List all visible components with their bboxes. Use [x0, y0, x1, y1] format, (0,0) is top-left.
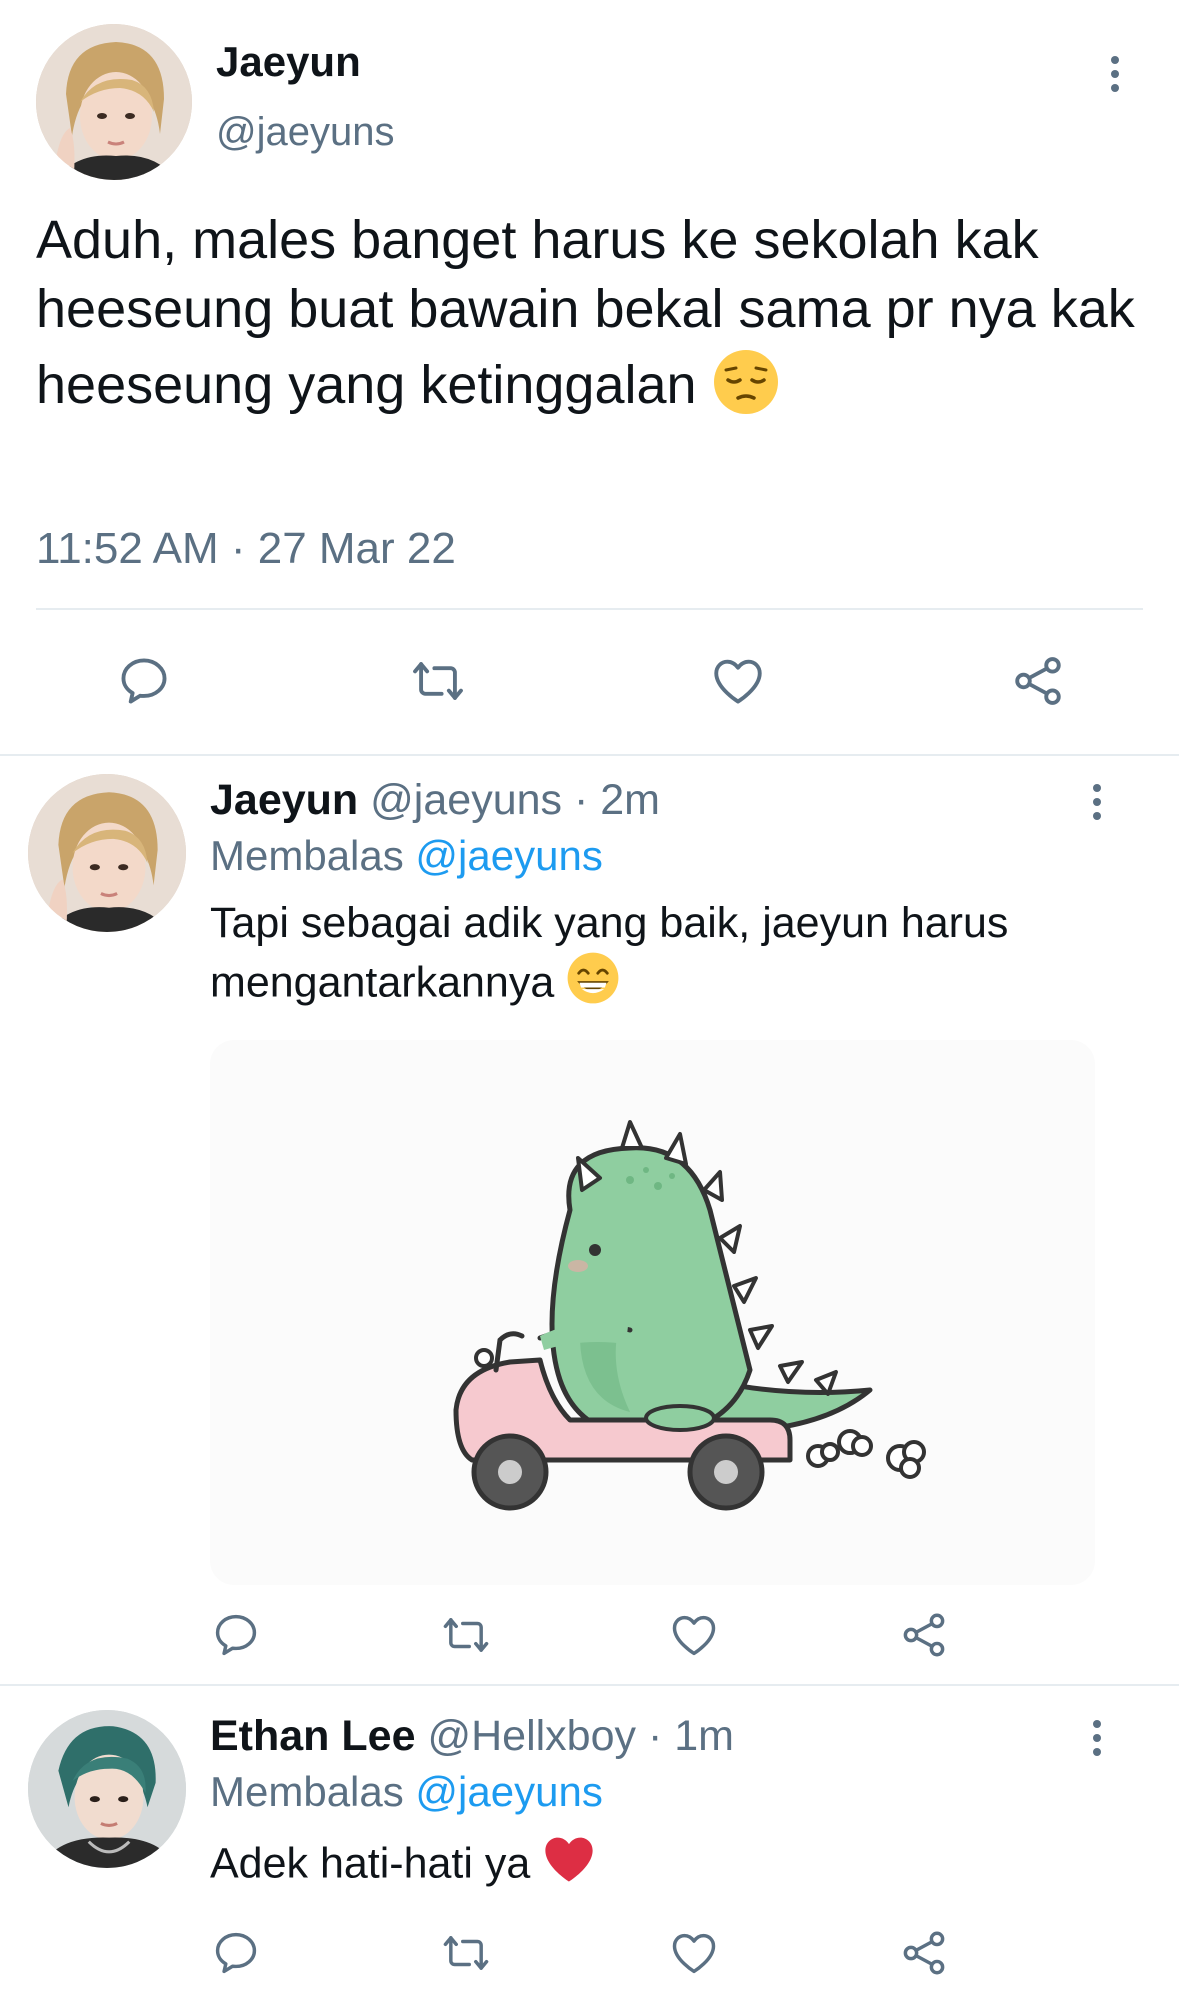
- like-icon: [714, 659, 762, 704]
- author-name[interactable]: Jaeyun: [216, 38, 361, 86]
- retweet-icon: [443, 1618, 489, 1652]
- reply-text: Adek hati-hati ya: [210, 1834, 596, 1898]
- tweet-text-body: Aduh, males banget harus ke sekolah kak …: [36, 210, 1135, 415]
- reply-icon: [121, 658, 167, 704]
- timestamp[interactable]: 11:52 AM · 27 Mar 22: [36, 524, 456, 574]
- reply-text: Tapi sebagai adik yang baik, jaeyun haru…: [210, 896, 1150, 1019]
- reply-button[interactable]: [106, 648, 182, 714]
- replying-prefix: Membalas: [210, 1768, 404, 1815]
- like-button[interactable]: [664, 1606, 724, 1664]
- reply-button[interactable]: [206, 1606, 266, 1664]
- avatar[interactable]: [28, 774, 186, 932]
- more-options-icon[interactable]: [1100, 56, 1130, 92]
- like-button[interactable]: [700, 648, 776, 714]
- avatar[interactable]: [36, 24, 192, 180]
- reply-text-line: Adek hati-hati ya: [210, 1839, 531, 1888]
- reply-header: Ethan Lee @Hellxboy · 1m: [210, 1712, 734, 1761]
- share-button[interactable]: [894, 1924, 954, 1982]
- share-button[interactable]: [1000, 648, 1076, 714]
- media-image[interactable]: [210, 1040, 1095, 1585]
- reply-time[interactable]: · 1m: [648, 1712, 734, 1760]
- tweet-divider: [0, 1684, 1179, 1686]
- retweet-button[interactable]: [434, 1606, 498, 1664]
- pensive-face-emoji-icon: [712, 348, 780, 433]
- avatar[interactable]: [28, 1710, 186, 1868]
- share-button[interactable]: [894, 1606, 954, 1664]
- reply-header: Jaeyun @jaeyuns · 2m: [210, 776, 660, 825]
- grinning-face-emoji-icon: [566, 951, 620, 1019]
- share-icon: [903, 1613, 945, 1657]
- reply-icon: [215, 1932, 257, 1974]
- retweet-button[interactable]: [400, 648, 476, 714]
- retweet-button[interactable]: [434, 1924, 498, 1982]
- share-icon: [1015, 657, 1061, 705]
- dinosaur-scooter-illustration: [453, 1120, 926, 1511]
- author-name[interactable]: Ethan Lee: [210, 1712, 416, 1760]
- reply-text-line: Tapi sebagai adik yang baik, jaeyun haru…: [210, 899, 1009, 947]
- mention-link[interactable]: @jaeyuns: [415, 832, 602, 879]
- replying-to: Membalas @jaeyuns: [210, 1768, 603, 1816]
- replying-to: Membalas @jaeyuns: [210, 832, 603, 880]
- mention-link[interactable]: @jaeyuns: [415, 1768, 602, 1815]
- author-handle[interactable]: @jaeyuns: [370, 776, 562, 824]
- retweet-icon: [443, 1936, 489, 1970]
- like-icon: [672, 1615, 716, 1656]
- reply-icon: [215, 1614, 257, 1656]
- author-name[interactable]: Jaeyun: [210, 776, 358, 824]
- like-icon: [672, 1933, 716, 1974]
- replying-prefix: Membalas: [210, 832, 404, 879]
- separator: [36, 608, 1143, 610]
- share-icon: [903, 1931, 945, 1975]
- more-options-icon[interactable]: [1082, 1720, 1112, 1756]
- tweet-text: Aduh, males banget harus ke sekolah kak …: [36, 206, 1146, 433]
- reply-time[interactable]: · 2m: [574, 776, 660, 824]
- red-heart-emoji-icon: [542, 1834, 596, 1898]
- retweet-icon: [413, 662, 463, 700]
- author-handle[interactable]: @Hellxboy: [427, 1712, 636, 1760]
- tweet-divider: [0, 754, 1179, 756]
- more-options-icon[interactable]: [1082, 784, 1112, 820]
- like-button[interactable]: [664, 1924, 724, 1982]
- author-handle[interactable]: @jaeyuns: [216, 110, 394, 155]
- reply-text-line: mengantarkannya: [210, 958, 555, 1007]
- reply-button[interactable]: [206, 1924, 266, 1982]
